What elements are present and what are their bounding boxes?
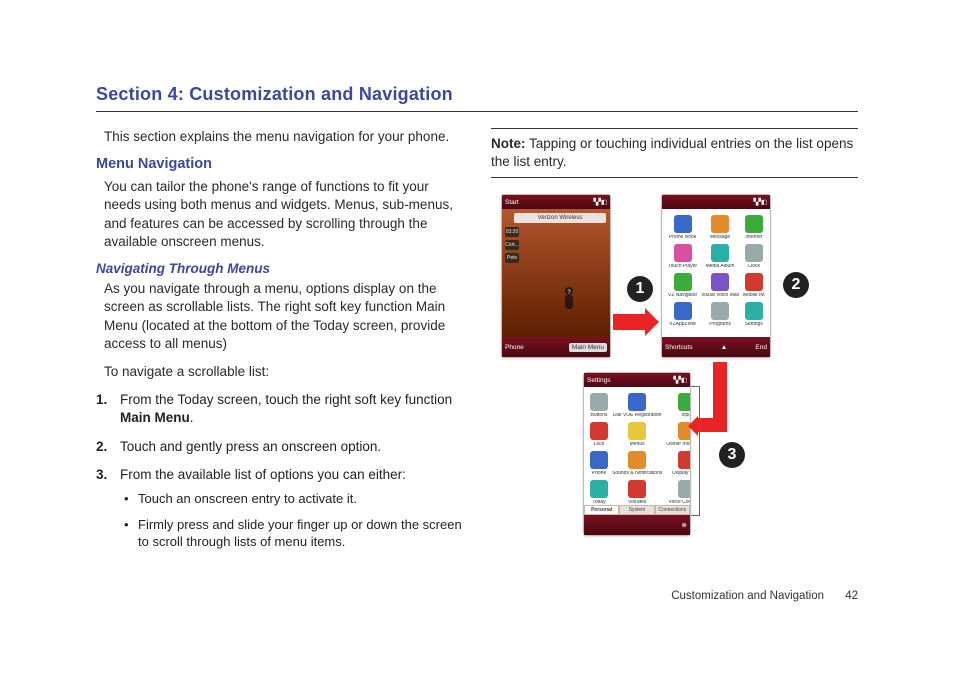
right-column: Note: Tapping or touching individual ent… xyxy=(491,128,858,561)
callout-3: 3 xyxy=(719,442,745,468)
tab-system: System xyxy=(619,505,654,515)
paragraph-to-navigate: To navigate a scrollable list: xyxy=(104,363,463,381)
app-icon: Settings xyxy=(743,302,765,327)
arrow-step2-v xyxy=(698,418,714,432)
app-icon: Vibrates xyxy=(612,480,662,505)
app-icon: Today xyxy=(590,480,608,505)
app-icon: Display Prefs xyxy=(666,451,690,476)
page-footer: Customization and Navigation 42 xyxy=(671,590,858,602)
app-icon: Buttons xyxy=(590,393,608,418)
heading-menu-navigation: Menu Navigation xyxy=(96,156,463,172)
app-icon: Owner Information xyxy=(666,422,690,447)
app-icon: Menus xyxy=(612,422,662,447)
bracket-settings xyxy=(691,386,700,516)
callout-1: 1 xyxy=(627,276,653,302)
step-1: 1. From the Today screen, touch the righ… xyxy=(120,391,463,427)
footer-section: Customization and Navigation xyxy=(671,590,824,602)
up-arrow-icon: ▲ xyxy=(721,344,727,351)
step-1-strong: Main Menu xyxy=(120,410,190,425)
today-chip: Pets xyxy=(505,253,519,263)
heading-navigating: Navigating Through Menus xyxy=(96,261,463,276)
bullet-2: Firmly press and slide your finger up or… xyxy=(138,516,463,551)
today-chip: Cort... xyxy=(505,240,519,250)
app-icon: Phone Book xyxy=(668,215,697,240)
note-box: Note: Tapping or touching individual ent… xyxy=(491,128,858,178)
app-icon: Visual Voice Mail xyxy=(701,273,739,298)
arrow-step2-h xyxy=(713,362,727,432)
app-icon: Media Album xyxy=(701,244,739,269)
softkey-phone: Phone xyxy=(505,344,524,351)
app-icon: VZAppZone xyxy=(668,302,697,327)
arrow-step1 xyxy=(613,314,647,330)
navigation-diagram: Start▝▞◧ Verizon Wireless 03:20 Cort... … xyxy=(491,194,858,554)
step-1-pre: From the Today screen, touch the right s… xyxy=(120,392,452,407)
step-1-post: . xyxy=(190,410,194,425)
today-chip: 03:20 xyxy=(505,227,519,237)
signal-icon: ▝▞◧ xyxy=(751,198,767,206)
tab-connections: Connections xyxy=(655,505,690,515)
tab-personal: Personal xyxy=(584,505,619,515)
app-icon: Voice Command xyxy=(666,480,690,505)
carrier-banner: Verizon Wireless xyxy=(514,213,606,223)
app-icon: Clock xyxy=(743,244,765,269)
step-3: 3.From the available list of options you… xyxy=(120,466,463,551)
signal-icon: ▝▞◧ xyxy=(671,376,687,384)
app-icon: Input xyxy=(666,393,690,418)
note-text: Tapping or touching individual entries o… xyxy=(491,136,853,169)
step-2: 2.Touch and gently press an onscreen opt… xyxy=(120,438,463,456)
question-figure-icon: ? xyxy=(560,285,578,313)
app-icon: Sounds & Notifications xyxy=(612,451,662,476)
section-title: Section 4: Customization and Navigation xyxy=(96,84,858,112)
app-icon: Programs xyxy=(701,302,739,327)
intro-text: This section explains the menu navigatio… xyxy=(104,128,463,146)
bullet-1: Touch an onscreen entry to activate it. xyxy=(138,490,463,508)
softkey-main-menu: Main Menu xyxy=(569,343,607,352)
phone-main-menu: ▝▞◧ Phone BookMessageInternet Touch Playe… xyxy=(661,194,771,358)
paragraph-tailor: You can tailor the phone's range of func… xyxy=(104,178,463,251)
callout-2: 2 xyxy=(783,272,809,298)
phone1-title: Start xyxy=(505,199,519,206)
app-icon: Lock xyxy=(590,422,608,447)
phone-settings: Settings ▝▞◧ ButtonsDial VOE Registration… xyxy=(583,372,691,536)
paragraph-navigate: As you navigate through a menu, options … xyxy=(104,280,463,353)
app-icon: Message xyxy=(701,215,739,240)
app-icon: Internet xyxy=(743,215,765,240)
signal-icon: ▝▞◧ xyxy=(591,198,607,206)
softkey-shortcuts: Shortcuts xyxy=(665,344,692,351)
note-label: Note: xyxy=(491,136,526,151)
footer-page-number: 42 xyxy=(845,590,858,602)
app-icon: Touch Player xyxy=(668,244,697,269)
phone3-title: Settings xyxy=(587,377,611,384)
phone-today: Start▝▞◧ Verizon Wireless 03:20 Cort... … xyxy=(501,194,611,358)
app-icon: VZ Navigator xyxy=(668,273,697,298)
ok-icon: ⊗ xyxy=(682,521,687,529)
app-icon: Phone xyxy=(590,451,608,476)
left-column: This section explains the menu navigatio… xyxy=(96,128,463,561)
softkey-end: End xyxy=(755,344,767,351)
app-icon: Mobile IM xyxy=(743,273,765,298)
app-icon: Dial VOE Registration xyxy=(612,393,662,418)
